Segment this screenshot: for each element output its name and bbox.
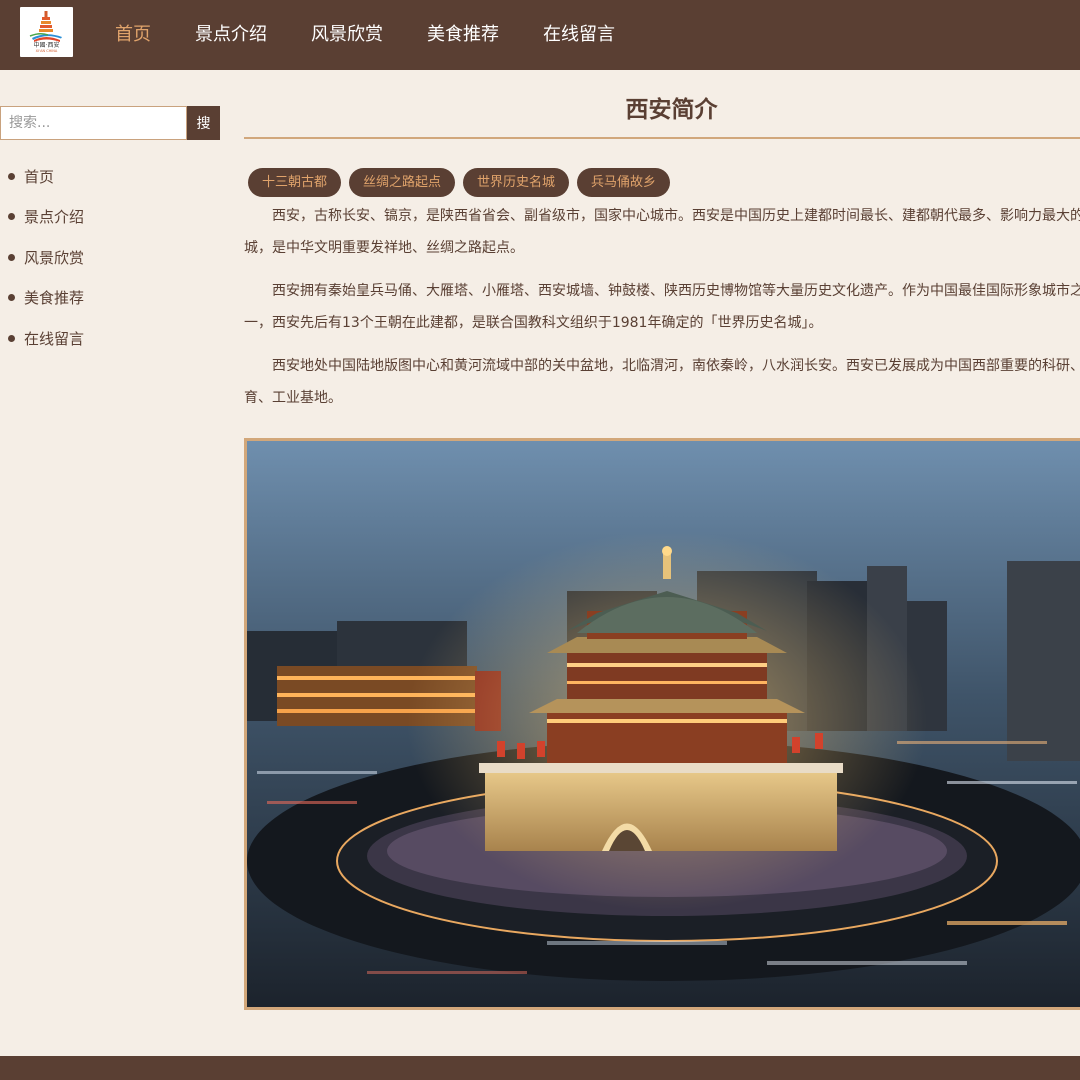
page-footer	[0, 1056, 1080, 1080]
sidebar-item-scenery[interactable]: 风景欣赏	[0, 237, 220, 278]
logo-subtext: XI'AN CHINA	[35, 49, 58, 53]
sidebar-item-label: 景点介绍	[24, 208, 85, 227]
sidebar-item-label: 风景欣赏	[24, 248, 85, 267]
article-paragraph: 西安，古称长安、镐京，是陕西省省会、副省级市，国家中心城市。西安是中国历史上建都…	[244, 208, 1080, 256]
tag-list: 十三朝古都 丝绸之路起点 世界历史名城 兵马俑故乡	[248, 168, 678, 197]
sidebar-item-home[interactable]: 首页	[0, 156, 220, 197]
article-paragraph: 西安拥有秦始皇兵马俑、大雁塔、小雁塔、西安城墙、钟鼓楼、陕西历史博物馆等大量历史…	[244, 283, 1080, 331]
sidebar-item-food[interactable]: 美食推荐	[0, 278, 220, 319]
tag-badge[interactable]: 兵马俑故乡	[577, 168, 671, 197]
bell-tower-illustration	[247, 441, 1080, 1007]
bullet-icon	[8, 253, 15, 261]
search-box: 搜	[0, 106, 220, 140]
bell-tower-photo	[244, 438, 1080, 1010]
logo-text: 中國·西安	[33, 42, 60, 49]
sidebar-item-label: 美食推荐	[24, 289, 85, 308]
nav-item-home[interactable]: 首页	[115, 0, 151, 70]
bullet-icon	[8, 294, 15, 302]
title-divider	[244, 137, 1080, 139]
bullet-icon	[8, 213, 15, 221]
nav-item-food[interactable]: 美食推荐	[427, 0, 499, 70]
top-header: 中國·西安 XI'AN CHINA 首页 景点介绍 风景欣赏 美食推荐 在线留言	[0, 0, 1080, 70]
nav-item-scenery[interactable]: 风景欣赏	[311, 0, 383, 70]
tag-badge[interactable]: 世界历史名城	[463, 168, 570, 197]
bullet-icon	[8, 334, 15, 342]
nav-item-attractions[interactable]: 景点介绍	[195, 0, 267, 70]
sidebar-item-label: 在线留言	[24, 329, 85, 348]
tag-badge[interactable]: 丝绸之路起点	[349, 168, 456, 197]
page-title: 西安简介	[625, 97, 718, 123]
sidebar-item-messages[interactable]: 在线留言	[0, 318, 220, 359]
nav-item-messages[interactable]: 在线留言	[543, 0, 615, 70]
bullet-icon	[8, 172, 15, 180]
sidebar-menu: 首页 景点介绍 风景欣赏 美食推荐 在线留言	[0, 156, 220, 359]
intro-article: 西安，古称长安、镐京，是陕西省省会、副省级市，国家中心城市。西安是中国历史上建都…	[244, 200, 1080, 425]
article-paragraph: 西安地处中国陆地版图中心和黄河流域中部的关中盆地，北临渭河，南依秦岭，八水润长安…	[244, 358, 1080, 406]
search-button[interactable]: 搜	[187, 106, 220, 140]
site-logo[interactable]: 中國·西安 XI'AN CHINA	[20, 7, 73, 57]
tag-badge[interactable]: 十三朝古都	[248, 168, 342, 197]
search-input[interactable]	[0, 106, 187, 140]
sidebar-item-label: 首页	[24, 167, 55, 186]
sidebar-item-attractions[interactable]: 景点介绍	[0, 197, 220, 238]
main-nav: 首页 景点介绍 风景欣赏 美食推荐 在线留言	[115, 0, 659, 70]
